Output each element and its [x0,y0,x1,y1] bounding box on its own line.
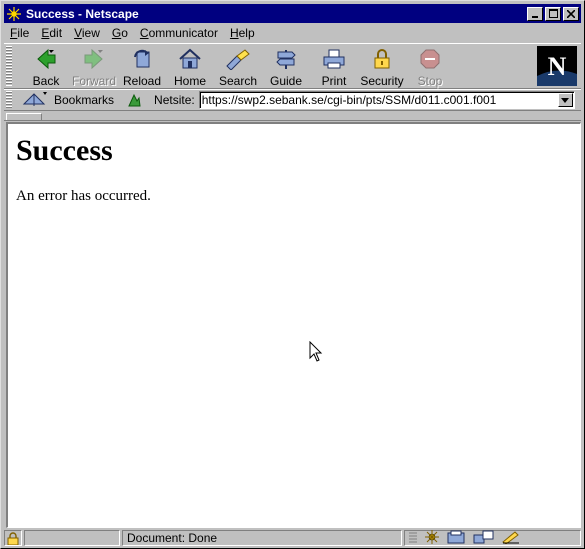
print-button[interactable]: Print [310,46,358,88]
mouse-pointer-icon [309,340,323,366]
menu-communicator-accel: C [139,26,149,40]
page-heading: Success [16,134,113,167]
menu-help-label: elp [238,26,255,40]
guide-label: Guide [269,74,303,88]
url-field-container [198,91,575,109]
home-icon [177,47,203,71]
chevron-down-icon [561,97,570,103]
component-bar-grip[interactable] [409,531,417,546]
reload-label: Reload [122,74,162,88]
minimize-button[interactable] [527,6,543,21]
menu-go-accel: G [111,26,122,40]
menu-edit[interactable]: Edit [35,26,68,40]
menu-view-accel: V [74,26,82,40]
mailbox-icon[interactable] [447,530,467,547]
printer-icon [321,47,347,71]
forward-label: Forward [71,74,116,88]
page-proxy-icon[interactable] [124,92,144,108]
netscape-logo[interactable]: N [537,46,577,86]
title-bar[interactable]: Success - Netscape [4,4,581,23]
home-button[interactable]: Home [166,46,214,88]
netscape-app-icon[interactable] [6,6,22,22]
reload-icon [129,47,155,71]
page-content: Success An error has occurred. [6,122,581,528]
window-title: Success - Netscape [26,6,139,21]
menu-file[interactable]: File [4,26,35,40]
navigation-toolbar: Back Forward Reload Home Search Guide Pr… [4,43,581,89]
search-button[interactable]: Search [214,46,262,88]
menu-edit-label: dit [49,26,63,40]
back-label: Back [32,74,60,88]
guide-signpost-icon [273,47,299,71]
menu-go[interactable]: Go [106,26,134,40]
menu-view[interactable]: View [68,26,106,40]
back-button[interactable]: Back [22,46,70,88]
security-label: Security [360,74,404,88]
component-bar [404,529,581,547]
status-text: Document: Done [122,530,402,546]
padlock-icon [369,47,395,71]
menu-help-accel: H [229,26,239,40]
url-history-dropdown-button[interactable] [557,93,573,107]
security-button[interactable]: Security [358,46,406,88]
close-button[interactable] [563,6,579,21]
home-label: Home [173,74,206,88]
browser-window: Success - Netscape File Edit View Go Com… [0,0,585,549]
progress-bar [24,530,120,546]
menu-file-label: ile [17,26,30,40]
bookmarks-label: Bookmarks [54,93,115,107]
menu-bar: File Edit View Go Communicator Help [4,24,581,42]
search-flashlight-icon [225,47,251,71]
discussion-groups-icon[interactable] [473,530,495,547]
composer-icon[interactable] [501,530,521,547]
navigator-icon[interactable] [423,529,441,547]
location-toolbar: Bookmarks Netsite: [4,89,581,111]
stop-button[interactable]: Stop [406,46,454,88]
print-label: Print [321,74,347,88]
menu-communicator-label: ommunicator [148,26,218,40]
menu-go-label: o [121,26,128,40]
collapsed-toolbar-strip [4,112,581,121]
reload-button[interactable]: Reload [118,46,166,88]
security-status[interactable] [4,530,22,546]
back-arrow-icon [33,47,59,71]
stop-icon [417,47,443,71]
search-label: Search [218,74,258,88]
lock-icon [7,531,19,545]
menu-communicator[interactable]: Communicator [134,26,224,40]
toolbar-grip[interactable] [6,46,12,86]
location-toolbar-grip[interactable] [6,91,12,109]
forward-button[interactable]: Forward [70,46,118,88]
maximize-button[interactable] [545,6,561,21]
collapsed-toolbar-tab[interactable] [6,113,42,120]
menu-view-label: iew [81,26,100,40]
page-message: An error has occurred. [16,188,151,204]
status-bar: Document: Done [4,529,581,547]
bookmarks-icon [22,90,48,111]
netsite-label: Netsite: [154,93,195,107]
bookmarks-button[interactable]: Bookmarks [22,90,114,111]
netscape-logo-letter: N [548,52,567,81]
forward-arrow-icon [81,47,107,71]
stop-label: Stop [417,74,443,88]
url-input[interactable] [199,92,550,108]
guide-button[interactable]: Guide [262,46,310,88]
menu-help[interactable]: Help [224,26,261,40]
